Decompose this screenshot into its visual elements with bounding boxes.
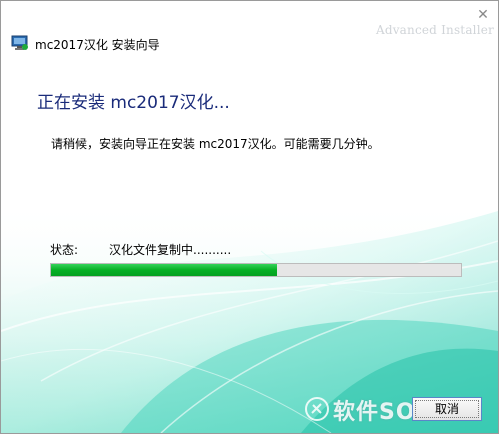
installer-window: mc2017汉化 安装向导 ✕ Advanced Installer 正在安装 … [0,0,499,434]
progress-fill [51,264,277,276]
close-icon[interactable]: ✕ [471,5,495,25]
background-art [1,201,498,433]
installer-monitor-icon [11,35,28,50]
status-label: 状态: [50,243,79,257]
status-value: 汉化文件复制中.......... [109,243,232,257]
window-title: mc2017汉化 安装向导 [35,38,160,52]
description-text: 请稍候，安装向导正在安装 mc2017汉化。可能需要几分钟。 [51,137,380,151]
page-title: 正在安装 mc2017汉化... [37,93,230,113]
progress-bar [50,263,462,277]
focus-ring [415,400,479,418]
vendor-brand: Advanced Installer [375,23,494,37]
sos-logo-icon [305,397,329,421]
cancel-button[interactable]: 取消 [412,397,482,421]
